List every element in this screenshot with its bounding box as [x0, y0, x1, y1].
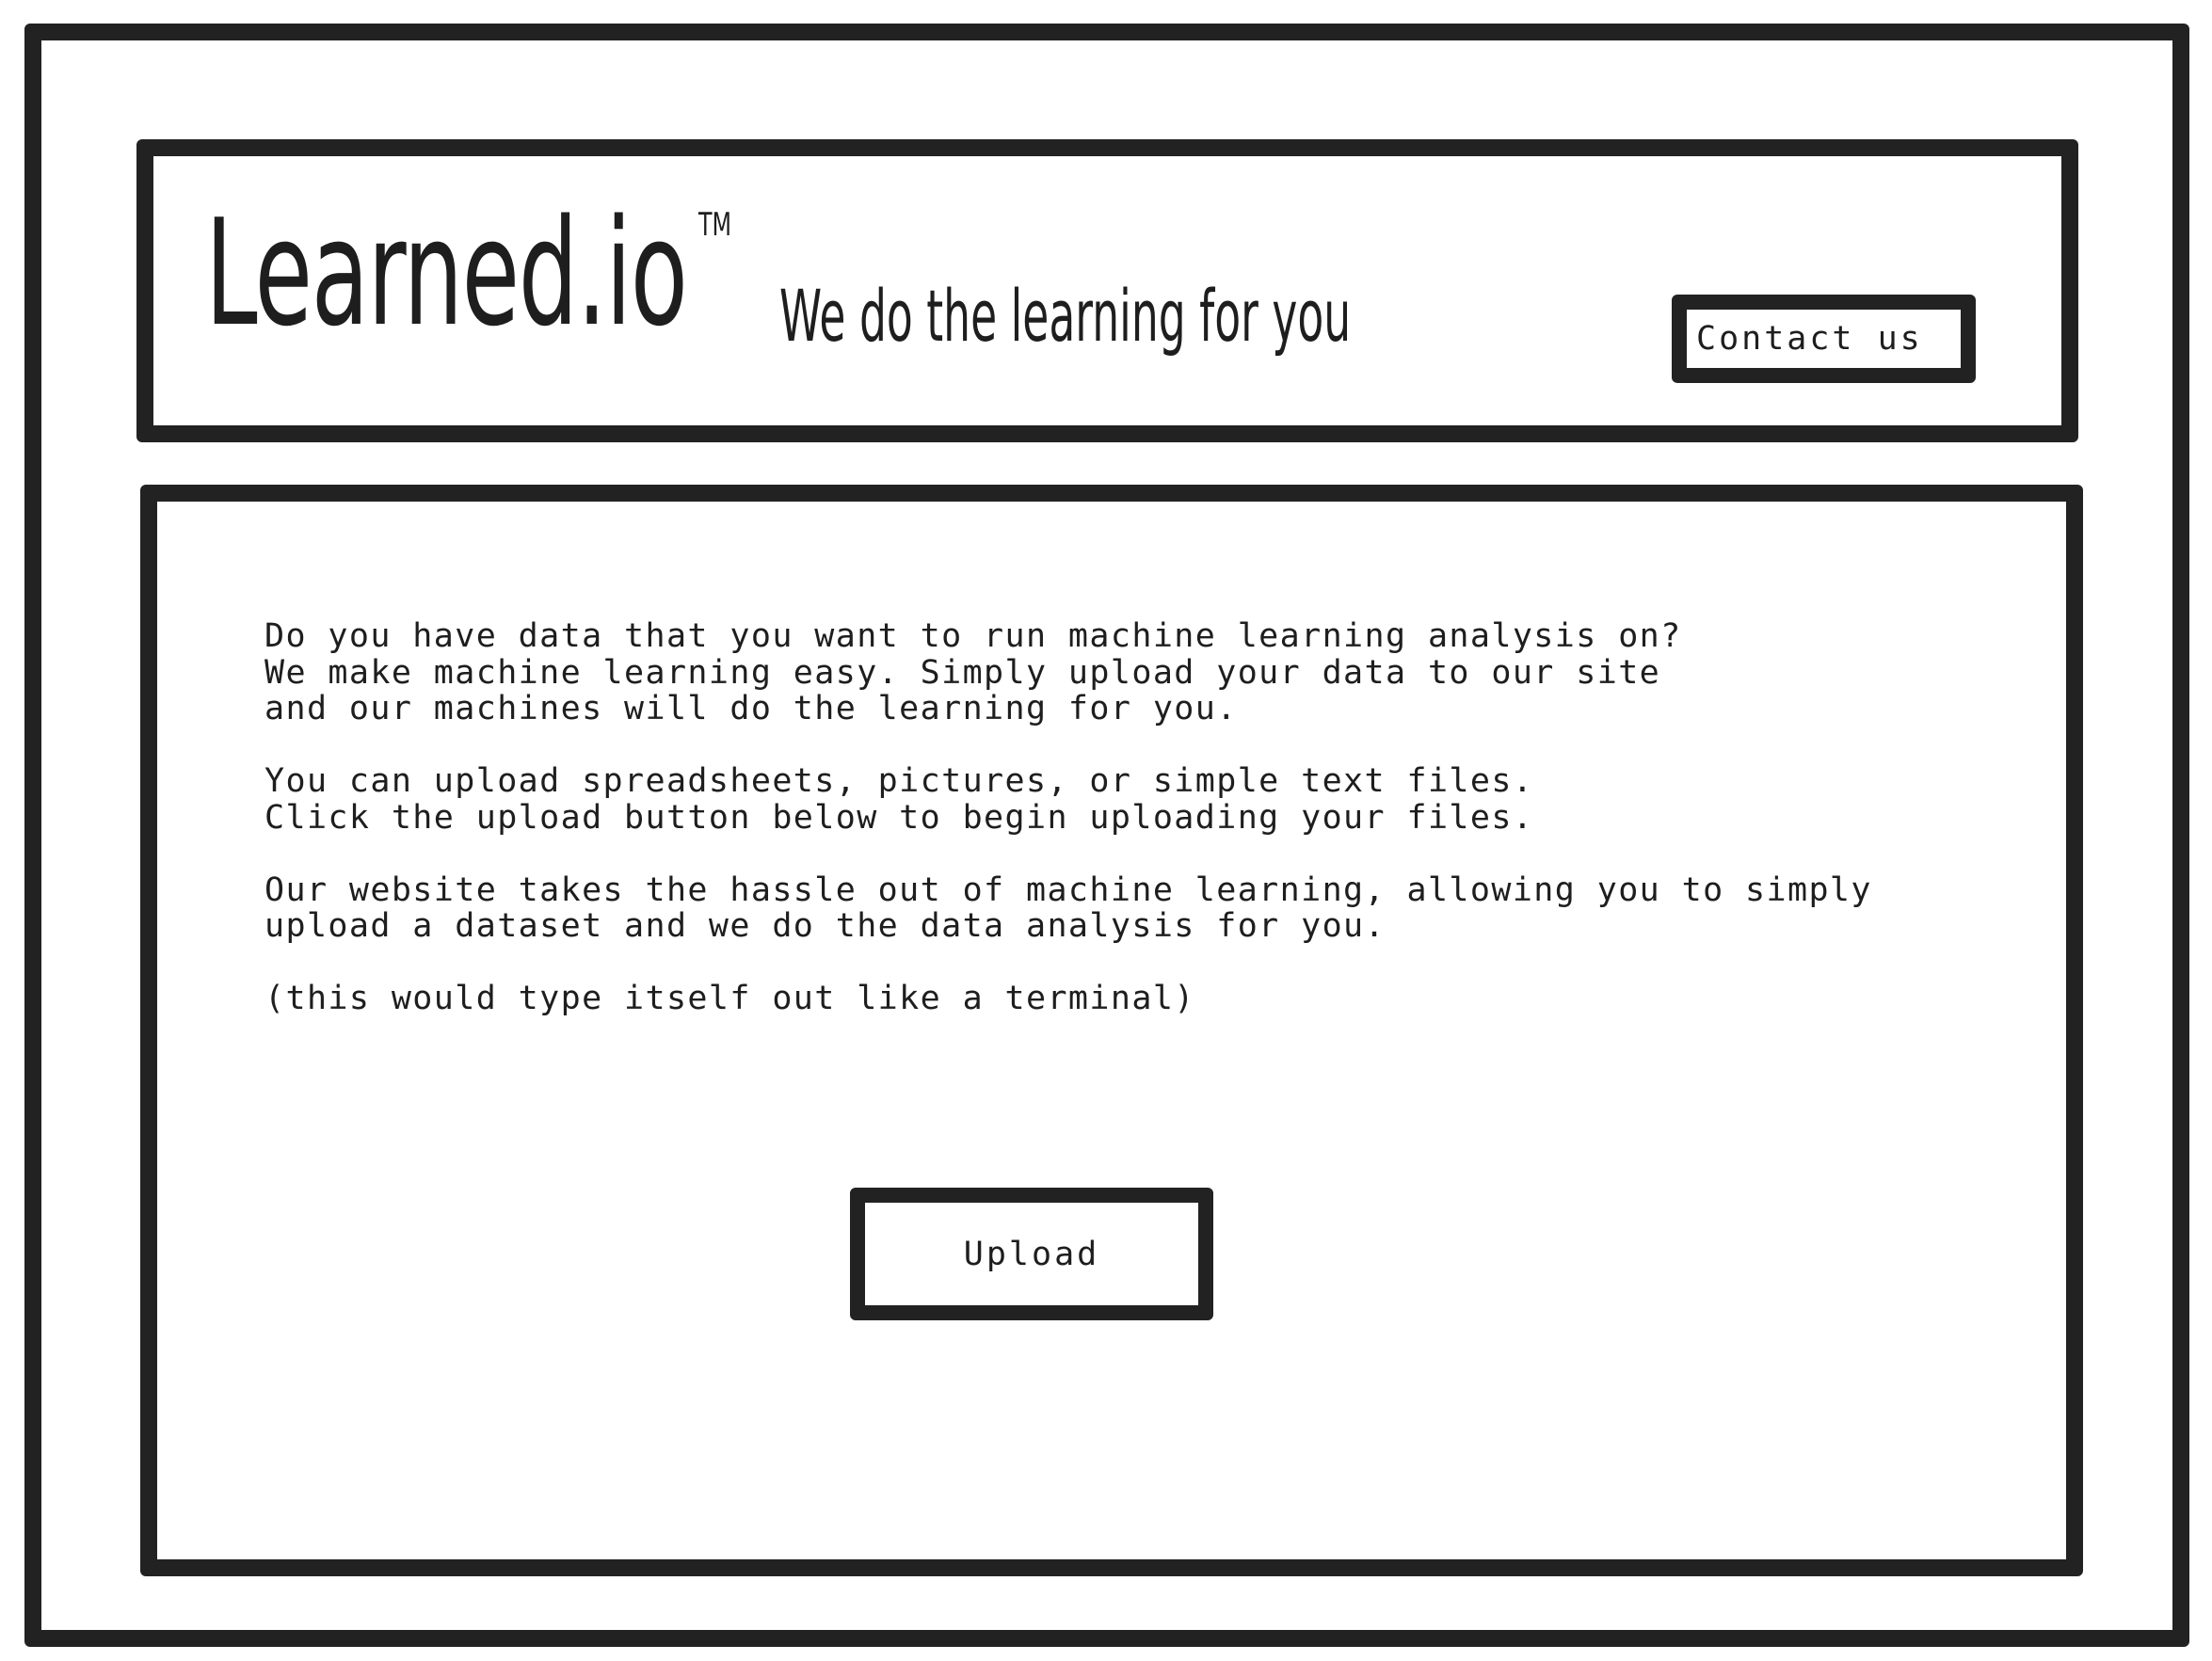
- contact-us-button[interactable]: Contact us: [1672, 295, 1976, 383]
- text-line: You can upload spreadsheets, pictures, o…: [264, 762, 1534, 800]
- text-line: Click the upload button below to begin u…: [264, 798, 1534, 837]
- text-line: We make machine learning easy. Simply up…: [264, 653, 1661, 692]
- intro-paragraph: Our website takes the hassle out of mach…: [264, 870, 2053, 945]
- site-tagline: We do the learning for you: [779, 274, 1352, 358]
- text-line: and our machines will do the learning fo…: [264, 690, 1238, 727]
- intro-paragraph: Do you have data that you want to run ma…: [264, 618, 2053, 727]
- text-line: Do you have data that you want to run ma…: [264, 617, 1682, 655]
- upload-button[interactable]: Upload: [850, 1188, 1213, 1320]
- text-line: upload a dataset and we do the data anal…: [264, 907, 1387, 945]
- text-line: Our website takes the hassle out of mach…: [264, 870, 1872, 909]
- site-logo[interactable]: Learned.io: [205, 200, 688, 346]
- intro-paragraph: (this would type itself out like a termi…: [264, 981, 2053, 1017]
- intro-text: Do you have data that you want to run ma…: [264, 546, 2053, 1090]
- intro-paragraph: You can upload spreadsheets, pictures, o…: [264, 763, 2053, 836]
- text-line: (this would type itself out like a termi…: [264, 980, 1195, 1017]
- trademark-mark: TM: [698, 206, 732, 244]
